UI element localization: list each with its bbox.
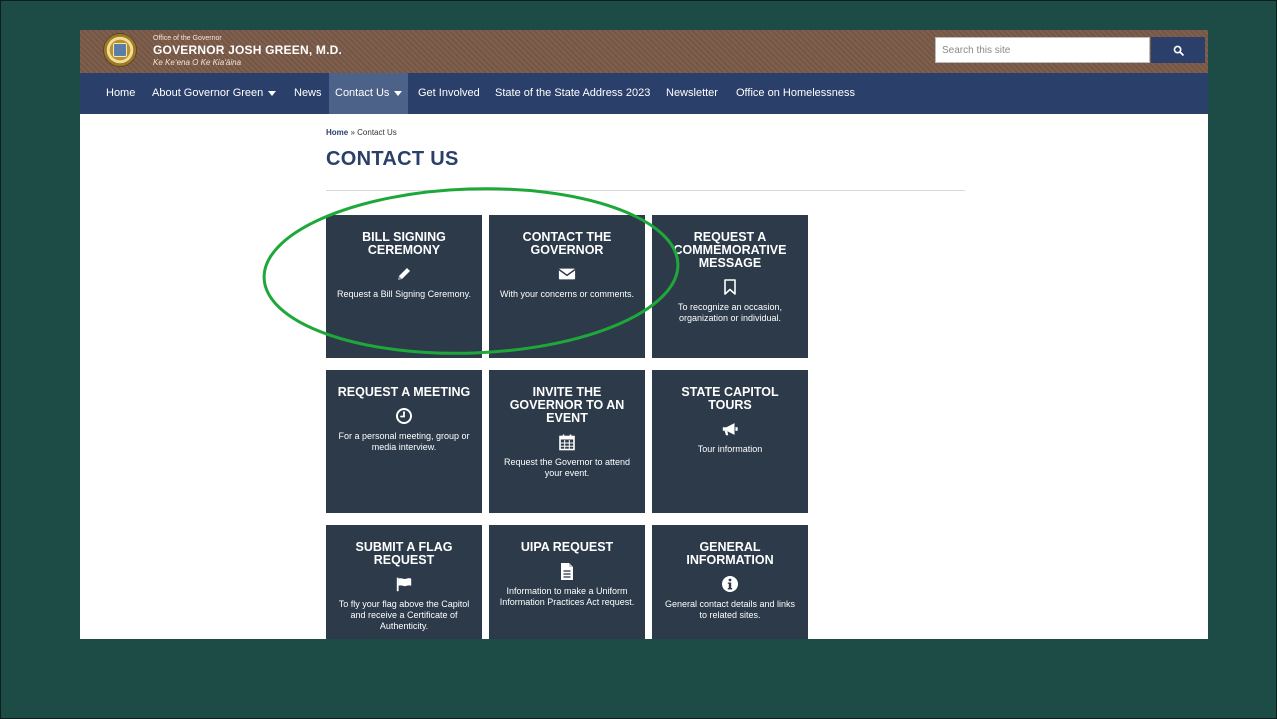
page-title: CONTACT US bbox=[326, 148, 459, 170]
card-general-information[interactable]: GENERAL INFORMATION General contact deta… bbox=[652, 525, 808, 639]
card-title: REQUEST A COMMEMORATIVE MESSAGE bbox=[673, 230, 787, 270]
breadcrumb-home-link[interactable]: Home bbox=[326, 128, 348, 137]
card-title: INVITE THE GOVERNOR TO AN EVENT bbox=[509, 385, 625, 425]
nav-newsletter[interactable]: Newsletter bbox=[666, 73, 718, 114]
nav-contact-us[interactable]: Contact Us bbox=[329, 73, 409, 114]
breadcrumb-separator: » bbox=[350, 128, 355, 137]
pencil-icon bbox=[395, 265, 413, 283]
nav-about-governor[interactable]: About Governor Green bbox=[152, 73, 277, 114]
breadcrumb-current: Contact Us bbox=[357, 128, 397, 137]
card-description: Information to make a Uniform Informatio… bbox=[499, 586, 635, 607]
caret-down-icon bbox=[394, 90, 403, 96]
card-invite-governor[interactable]: INVITE THE GOVERNOR TO AN EVENT Request … bbox=[489, 370, 645, 513]
card-title: REQUEST A MEETING bbox=[337, 385, 471, 399]
seal-shield bbox=[113, 43, 127, 57]
nav-label: Office on Homelessness bbox=[736, 87, 856, 99]
nav-label: News bbox=[294, 87, 322, 99]
document-icon bbox=[558, 562, 576, 580]
nav-label: Contact Us bbox=[335, 87, 390, 99]
site-header: Office of the Governor GOVERNOR JOSH GRE… bbox=[80, 30, 1208, 73]
card-capitol-tours[interactable]: STATE CAPITOL TOURS Tour information bbox=[652, 370, 808, 513]
search-button[interactable] bbox=[1151, 37, 1205, 63]
card-uipa-request[interactable]: UIPA REQUEST Information to make a Unifo… bbox=[489, 525, 645, 639]
card-bill-signing[interactable]: BILL SIGNING CEREMONY Request a Bill Sig… bbox=[326, 215, 482, 358]
nav-office-on-homelessness[interactable]: Office on Homelessness bbox=[736, 73, 855, 114]
card-title: CONTACT THE GOVERNOR bbox=[522, 230, 612, 257]
card-request-meeting[interactable]: REQUEST A MEETING For a personal meeting… bbox=[326, 370, 482, 513]
nav-label: State of the State Address 2023 bbox=[495, 87, 651, 99]
bookmark-icon bbox=[721, 278, 739, 296]
nav-state-of-the-state[interactable]: State of the State Address 2023 bbox=[495, 73, 650, 114]
main-nav: Home About Governor Green News Contact U… bbox=[80, 73, 1208, 114]
clock-icon bbox=[395, 407, 413, 425]
card-commemorative-message[interactable]: REQUEST A COMMEMORATIVE MESSAGE To recog… bbox=[652, 215, 808, 358]
card-title: GENERAL INFORMATION bbox=[686, 540, 774, 567]
card-description: Tour information bbox=[697, 444, 763, 454]
card-flag-request[interactable]: SUBMIT A FLAG REQUEST To fly your flag a… bbox=[326, 525, 482, 639]
card-description: General contact details and links to rel… bbox=[664, 599, 796, 620]
card-description: To recognize an occasion, organization o… bbox=[677, 302, 783, 323]
browser-screenshot: Office of the Governor GOVERNOR JOSH GRE… bbox=[80, 30, 1208, 639]
office-label: Office of the Governor bbox=[153, 35, 222, 42]
calendar-icon bbox=[558, 433, 576, 451]
card-title: BILL SIGNING CEREMONY bbox=[362, 230, 446, 257]
card-description: With your concerns or comments. bbox=[499, 289, 635, 299]
breadcrumb: Home » Contact Us bbox=[326, 128, 397, 137]
nav-label: Get Involved bbox=[418, 87, 480, 99]
search-icon bbox=[1173, 45, 1184, 56]
card-description: For a personal meeting, group or media i… bbox=[338, 431, 470, 452]
search-input[interactable] bbox=[935, 37, 1150, 63]
nav-label: Newsletter bbox=[666, 87, 718, 99]
title-divider bbox=[326, 190, 965, 191]
card-title: UIPA REQUEST bbox=[520, 540, 614, 554]
nav-news[interactable]: News bbox=[294, 73, 322, 114]
nav-home[interactable]: Home bbox=[106, 73, 135, 114]
site-title[interactable]: GOVERNOR JOSH GREEN, M.D. bbox=[153, 43, 342, 57]
nav-label: About Governor Green bbox=[152, 87, 264, 99]
state-seal-icon[interactable] bbox=[103, 33, 137, 67]
envelope-icon bbox=[558, 265, 576, 283]
card-title: STATE CAPITOL TOURS bbox=[681, 385, 779, 412]
flag-icon bbox=[395, 575, 413, 593]
card-description: To fly your flag above the Capitol and r… bbox=[338, 599, 470, 631]
caret-down-icon bbox=[268, 90, 277, 96]
card-title: SUBMIT A FLAG REQUEST bbox=[355, 540, 453, 567]
card-contact-governor[interactable]: CONTACT THE GOVERNOR With your concerns … bbox=[489, 215, 645, 358]
slide-background: Office of the Governor GOVERNOR JOSH GRE… bbox=[0, 0, 1277, 719]
site-tagline: Ke Keʻena O Ke Kiaʻāina bbox=[153, 58, 242, 67]
card-description: Request a Bill Signing Ceremony. bbox=[337, 289, 471, 299]
nav-get-involved[interactable]: Get Involved bbox=[418, 73, 480, 114]
card-description: Request the Governor to attend your even… bbox=[503, 457, 631, 478]
info-icon bbox=[721, 575, 739, 593]
nav-label: Home bbox=[106, 87, 136, 99]
megaphone-icon bbox=[721, 420, 739, 438]
